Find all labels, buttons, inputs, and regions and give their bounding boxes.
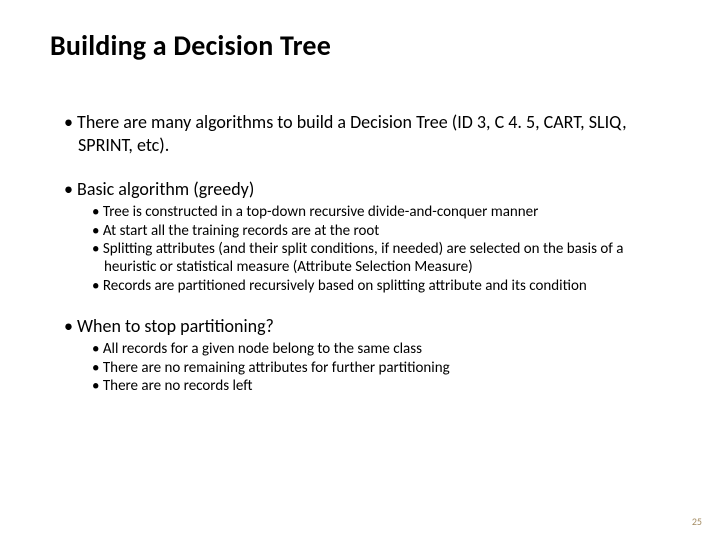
sub-bullet: There are no remaining attributes for fu… <box>50 359 670 377</box>
sub-bullet: Tree is constructed in a top-down recurs… <box>50 203 670 221</box>
bullet-intro: There are many algorithms to build a Dec… <box>50 111 670 156</box>
sub-bullet: Records are partitioned recursively base… <box>50 277 670 295</box>
sub-bullet: At start all the training records are at… <box>50 222 670 240</box>
sublist-basic: Tree is constructed in a top-down recurs… <box>50 203 670 294</box>
sub-bullet: All records for a given node belong to t… <box>50 340 670 358</box>
sub-bullet: There are no records left <box>50 377 670 395</box>
bullet-stop-partitioning: When to stop partitioning? <box>50 315 670 338</box>
bullet-basic-algorithm: Basic algorithm (greedy) <box>50 178 670 201</box>
sub-bullet: Splitting attributes (and their split co… <box>50 240 670 277</box>
sublist-stop: All records for a given node belong to t… <box>50 340 670 395</box>
page-number: 25 <box>692 515 702 528</box>
slide-title: Building a Decision Tree <box>50 28 670 63</box>
